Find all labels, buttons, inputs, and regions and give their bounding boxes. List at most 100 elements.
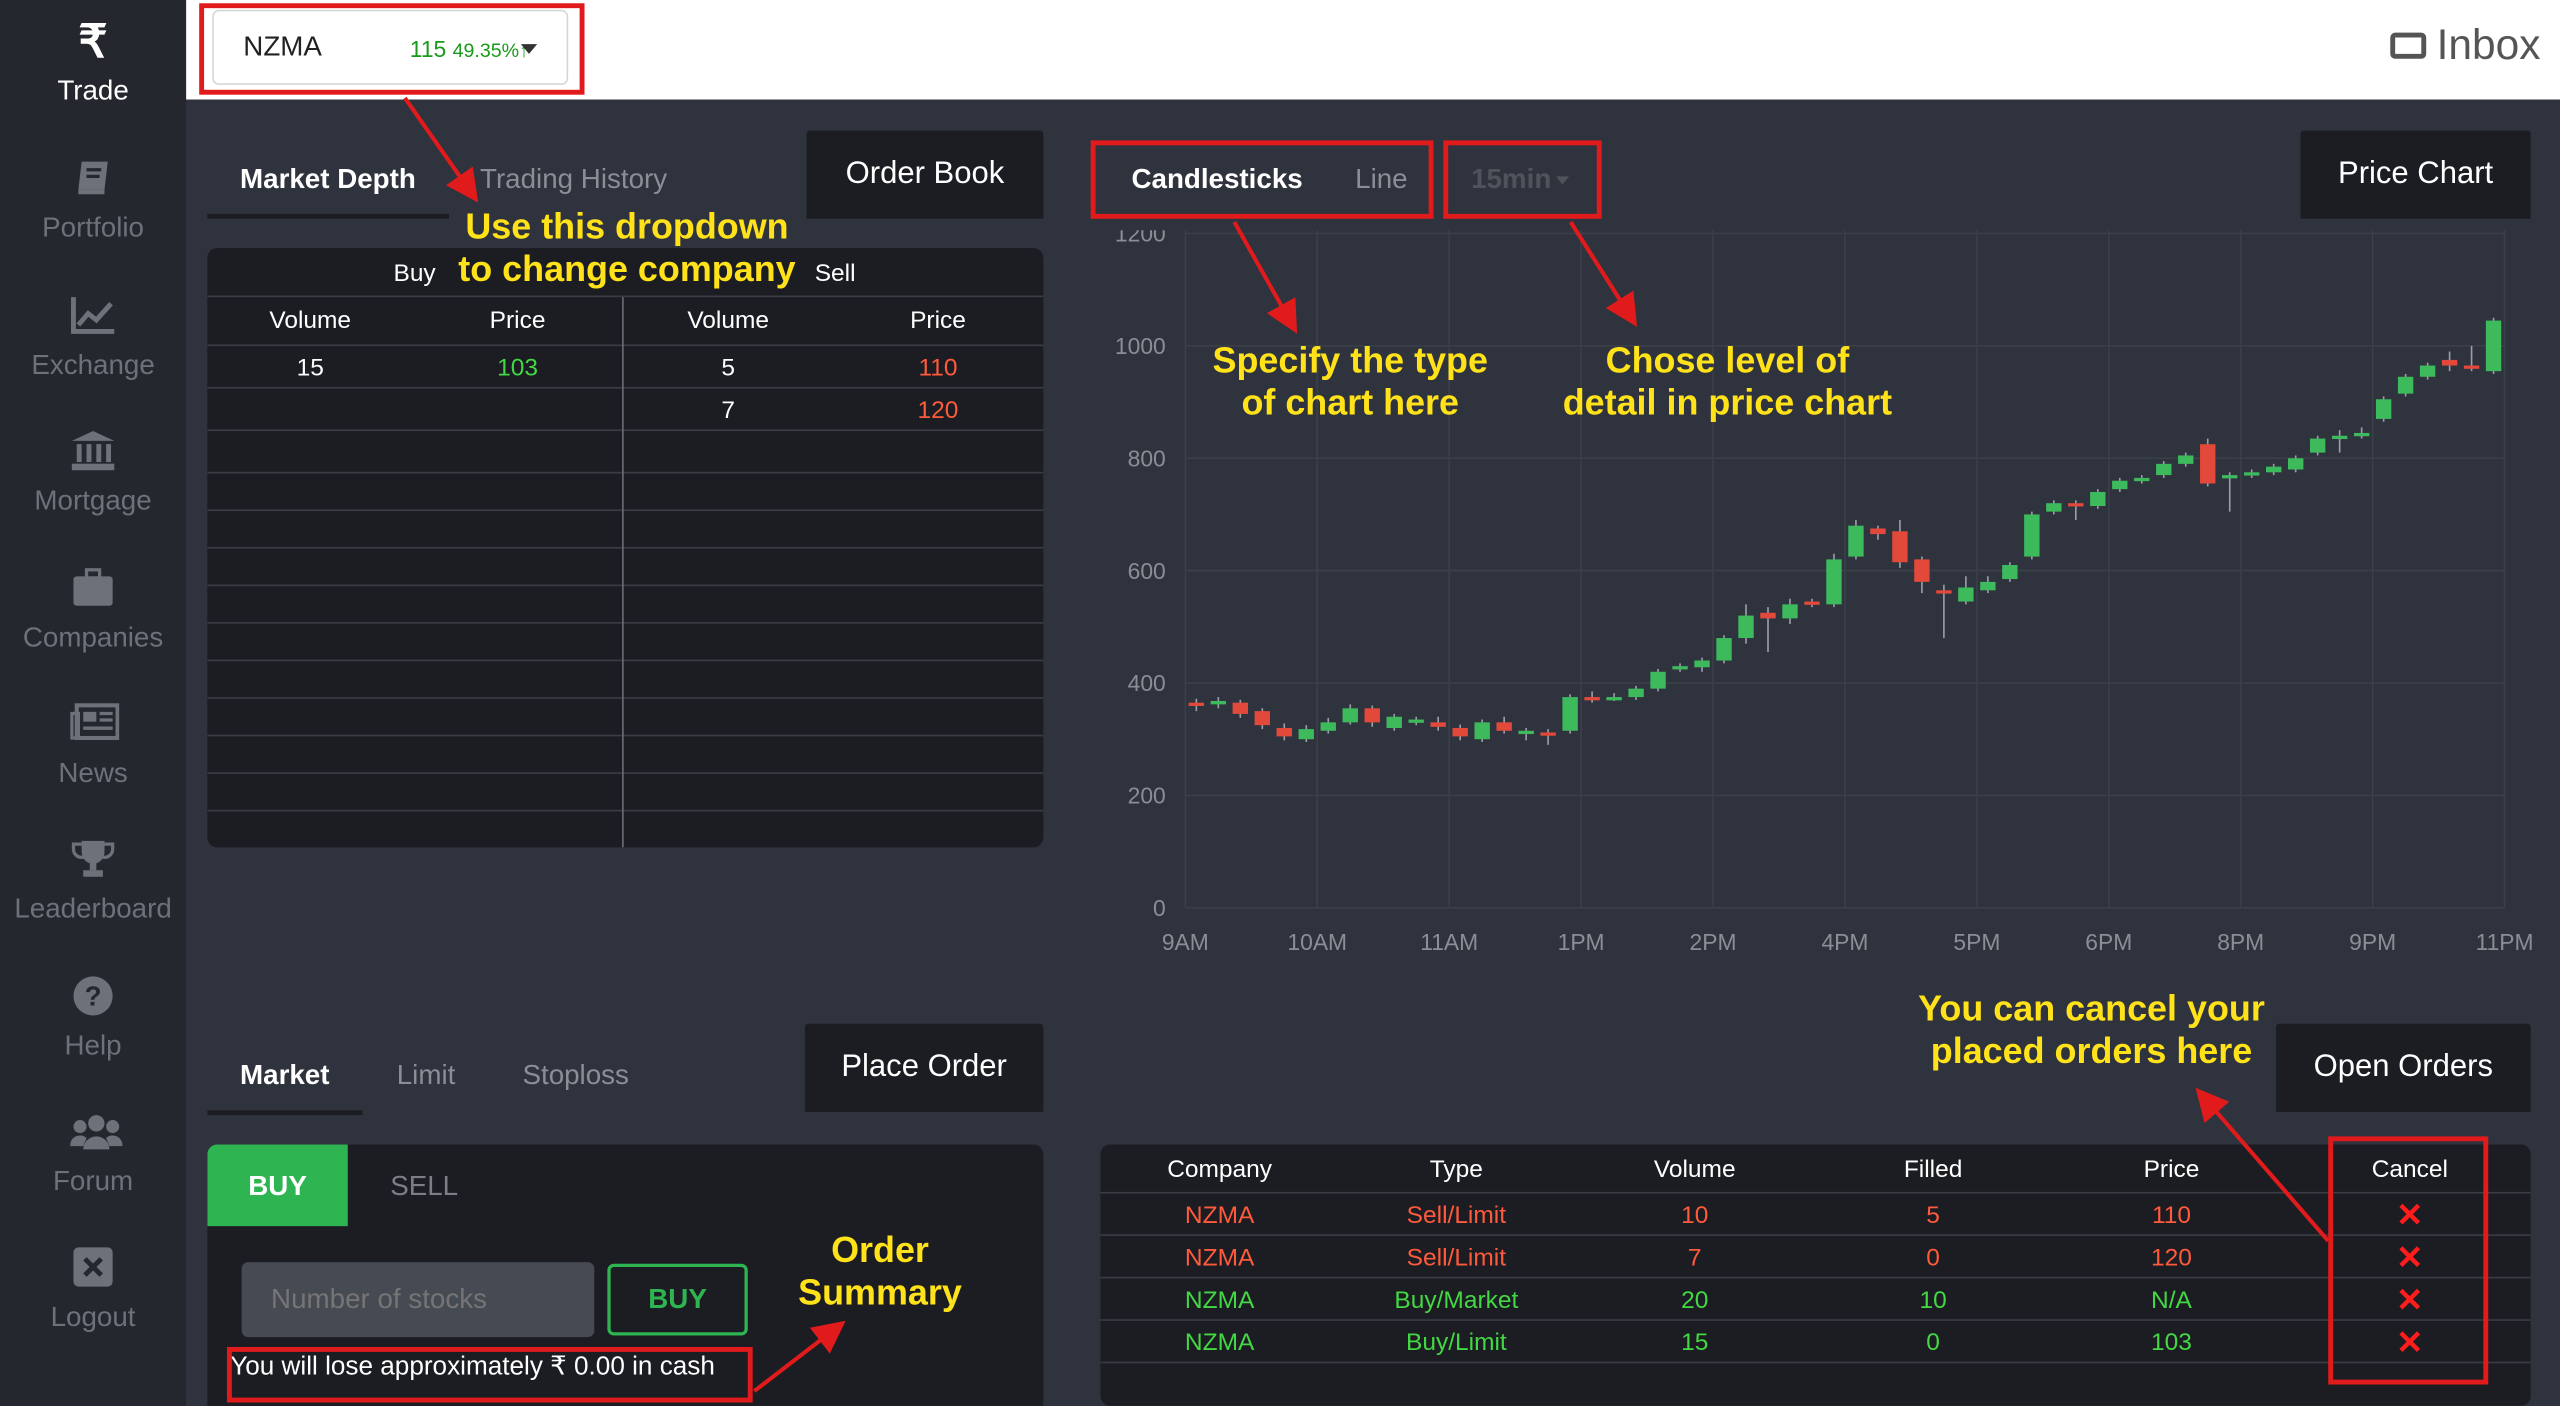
buy-price: 103 bbox=[497, 354, 539, 383]
candle-body bbox=[1188, 702, 1205, 706]
table-row bbox=[207, 469, 1044, 512]
inbox-label: Inbox bbox=[2436, 19, 2541, 69]
annotation-box-interval bbox=[1443, 140, 1602, 219]
table-row bbox=[207, 619, 1044, 662]
table-row bbox=[207, 506, 1044, 549]
candle-body bbox=[2485, 320, 2502, 372]
sidebar-item-logout[interactable]: Logout bbox=[0, 1246, 186, 1377]
sidebar-item-mortgage[interactable]: Mortgage bbox=[0, 429, 186, 560]
sidebar-item-news[interactable]: News bbox=[0, 702, 186, 833]
place-order-title: Place Order bbox=[804, 1023, 1044, 1112]
candle-body bbox=[1254, 711, 1270, 726]
sidebar: ₹ Trade Portfolio Exchange Mortgage Comp… bbox=[0, 0, 187, 1406]
sidebar-item-label: Companies bbox=[22, 622, 164, 654]
table-row bbox=[207, 656, 1044, 699]
candle-body bbox=[1540, 732, 1556, 736]
sidebar-item-trade[interactable]: ₹ Trade bbox=[0, 16, 186, 151]
candle-body bbox=[1452, 727, 1468, 737]
x-tick-label: 9AM bbox=[1162, 929, 1209, 955]
svg-text:?: ? bbox=[85, 981, 102, 1012]
sidebar-item-portfolio[interactable]: Portfolio bbox=[0, 157, 186, 288]
column-header: Price bbox=[489, 306, 546, 335]
tab-underline bbox=[207, 1110, 363, 1116]
candle-body bbox=[1210, 700, 1227, 705]
inbox-link[interactable]: Inbox bbox=[2390, 19, 2541, 71]
candle-body bbox=[2331, 435, 2348, 440]
tab-market-depth[interactable]: Market Depth bbox=[240, 163, 416, 196]
table-row bbox=[207, 694, 1044, 737]
candle-body bbox=[2441, 359, 2458, 366]
candle-body bbox=[2287, 458, 2304, 470]
annotation-label: Specify the type of chart here bbox=[1212, 339, 1488, 423]
x-tick-label: 10AM bbox=[1287, 929, 1347, 955]
annotation-label: Use this dropdown to change company bbox=[458, 205, 796, 289]
candle-body bbox=[1628, 688, 1644, 698]
candle-body bbox=[1870, 528, 1886, 535]
candle-body bbox=[1694, 660, 1710, 668]
table-row bbox=[207, 431, 1044, 474]
x-tick-label: 2PM bbox=[1690, 929, 1737, 955]
candle-body bbox=[1562, 697, 1578, 731]
sidebar-item-leaderboard[interactable]: Leaderboard bbox=[0, 838, 186, 969]
open-orders-table: Company Type Volume Filled Price Cancel … bbox=[1100, 1144, 2531, 1406]
table-row bbox=[207, 544, 1044, 587]
tab-trading-history[interactable]: Trading History bbox=[480, 163, 667, 196]
candle-body bbox=[1936, 590, 1952, 594]
buy-button[interactable]: BUY bbox=[607, 1263, 748, 1336]
candle-body bbox=[1584, 697, 1600, 701]
tab-stoploss[interactable]: Stoploss bbox=[522, 1060, 628, 1093]
rupee-icon: ₹ bbox=[78, 16, 108, 67]
candle-body bbox=[2397, 376, 2414, 394]
candle-body bbox=[1716, 638, 1732, 661]
candle-body bbox=[1408, 719, 1424, 723]
candle-body bbox=[1606, 697, 1622, 701]
candle-body bbox=[2200, 444, 2216, 484]
order-volume: 15 bbox=[1681, 1329, 1709, 1357]
candle-body bbox=[1672, 666, 1688, 670]
table-row: NZMA Sell/Limit 10 5 110 ✕ bbox=[1100, 1194, 2531, 1236]
order-book-column-header: Volume Price Volume Price bbox=[207, 297, 1044, 347]
annotation-detail-text: Chose level of detail in price chart bbox=[1538, 340, 1917, 425]
sidebar-item-help[interactable]: ? Help bbox=[0, 975, 186, 1106]
number-of-stocks-input[interactable] bbox=[241, 1262, 595, 1338]
candle-body bbox=[1848, 525, 1864, 557]
sidebar-item-label: Help bbox=[64, 1030, 122, 1062]
table-row: NZMA Buy/Market 20 10 N/A ✕ bbox=[1100, 1278, 2531, 1321]
close-box-icon bbox=[70, 1246, 116, 1292]
candle-body bbox=[1958, 587, 1974, 602]
sell-tab[interactable]: SELL bbox=[390, 1171, 458, 1204]
order-type: Sell/Limit bbox=[1406, 1244, 1507, 1272]
annotation-chart-type-text: Specify the type of chart here bbox=[1179, 340, 1522, 425]
candle-body bbox=[1980, 581, 1996, 591]
candle-body bbox=[1518, 730, 1534, 735]
candle-body bbox=[2156, 463, 2172, 476]
order-volume: 20 bbox=[1681, 1286, 1709, 1315]
annotation-summary-text: Order Summary bbox=[777, 1229, 983, 1314]
sidebar-item-label: News bbox=[58, 757, 128, 789]
buy-volume: 15 bbox=[296, 354, 324, 383]
x-tick-label: 9PM bbox=[2349, 929, 2396, 955]
y-tick-label: 0 bbox=[1153, 895, 1166, 921]
tab-limit[interactable]: Limit bbox=[397, 1060, 456, 1093]
table-row bbox=[207, 807, 1043, 848]
sidebar-item-exchange[interactable]: Exchange bbox=[0, 294, 186, 425]
sidebar-item-companies[interactable]: Companies bbox=[0, 567, 186, 698]
candle-body bbox=[1364, 708, 1380, 723]
buy-tab[interactable]: BUY bbox=[207, 1144, 348, 1227]
sell-price: 110 bbox=[918, 354, 958, 383]
candle-body bbox=[2222, 475, 2238, 479]
order-company: NZMA bbox=[1184, 1201, 1255, 1230]
order-book-title: Order Book bbox=[806, 130, 1044, 219]
trophy-icon bbox=[70, 838, 116, 884]
candle-body bbox=[1496, 722, 1512, 731]
candle-body bbox=[2419, 365, 2436, 377]
sidebar-item-label: Trade bbox=[57, 75, 129, 107]
tab-market[interactable]: Market bbox=[240, 1060, 329, 1093]
candle-body bbox=[1320, 722, 1336, 731]
briefcase-icon bbox=[70, 567, 116, 613]
sidebar-item-forum[interactable]: Forum bbox=[0, 1110, 186, 1241]
candle-body bbox=[1342, 708, 1358, 723]
chart-line-icon bbox=[70, 294, 116, 340]
candle-body bbox=[2309, 438, 2326, 453]
annotation-box-chart-type bbox=[1090, 140, 1434, 219]
